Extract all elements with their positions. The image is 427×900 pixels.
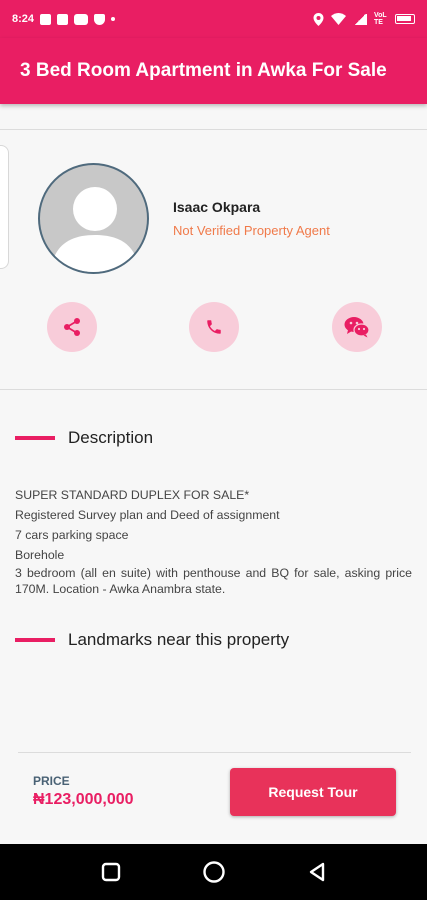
dot-icon (111, 17, 116, 21)
landmarks-title: Landmarks near this property (68, 630, 290, 649)
network-label: VoLTE (374, 12, 387, 26)
page-title: 3 Bed Room Apartment in Awka For Sale (20, 60, 387, 81)
home-icon (203, 861, 225, 883)
share-button[interactable] (47, 302, 97, 352)
description-line: Registered Survey plan and Deed of assig… (15, 508, 280, 522)
section-accent-bar (15, 436, 55, 440)
system-nav-bar (0, 844, 427, 900)
divider (0, 129, 427, 130)
request-tour-button[interactable]: Request Tour (230, 768, 396, 816)
divider (0, 389, 427, 390)
gallery-icon (40, 13, 52, 25)
price-value: ₦123,000,000 (33, 791, 134, 808)
divider (18, 752, 411, 753)
status-bar: 8:24 VoLTE (0, 0, 427, 38)
recents-button[interactable] (97, 858, 125, 886)
description-header: Description (15, 428, 153, 448)
recents-icon (101, 862, 121, 882)
landmarks-header: Landmarks near this property (15, 630, 289, 650)
back-icon (309, 862, 325, 882)
status-time: 8:24 (12, 13, 35, 25)
image-icon (57, 13, 69, 25)
battery-icon (395, 14, 415, 24)
shield-icon (94, 13, 106, 25)
wifi-icon (331, 13, 346, 25)
description-line: 3 bedroom (all en suite) with penthouse … (15, 566, 412, 596)
description-line: SUPER STANDARD DUPLEX FOR SALE* (15, 488, 250, 502)
agent-name: Isaac Okpara (173, 199, 261, 215)
phone-icon (207, 320, 221, 334)
avatar (38, 163, 149, 274)
section-accent-bar (15, 638, 55, 642)
price-label: PRICE (33, 774, 70, 788)
description-text: SUPER STANDARD DUPLEX FOR SALE* Register… (15, 485, 412, 597)
wechat-icon (344, 317, 370, 338)
signal-icon (353, 13, 367, 25)
share-icon (64, 318, 80, 336)
description-title: Description (68, 428, 154, 447)
call-button[interactable] (189, 302, 239, 352)
app-bar: 3 Bed Room Apartment in Awka For Sale (0, 38, 427, 104)
image-carousel-edge[interactable] (0, 145, 9, 269)
description-line: 7 cars parking space (15, 528, 129, 542)
home-button[interactable] (200, 858, 228, 886)
description-line: Borehole (15, 548, 65, 562)
agent-status: Not Verified Property Agent (173, 223, 330, 238)
person-placeholder-icon (50, 187, 140, 272)
location-icon (313, 12, 324, 26)
wechat-button[interactable] (332, 302, 382, 352)
back-button[interactable] (303, 858, 331, 886)
youtube-icon (74, 13, 89, 25)
